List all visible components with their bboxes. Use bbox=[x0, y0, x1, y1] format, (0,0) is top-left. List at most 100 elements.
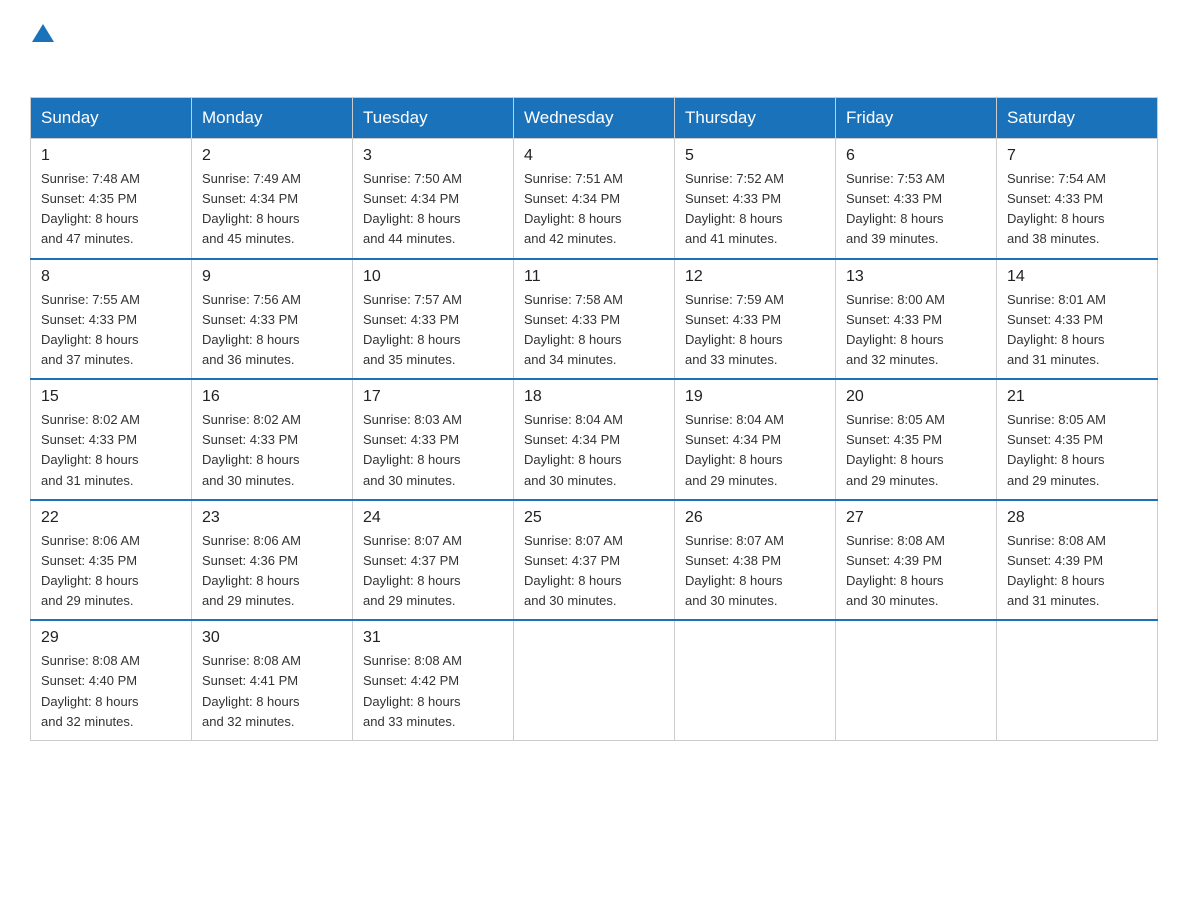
day-info: Sunrise: 7:50 AMSunset: 4:34 PMDaylight:… bbox=[363, 169, 503, 250]
day-number: 11 bbox=[524, 268, 664, 286]
day-info: Sunrise: 8:02 AMSunset: 4:33 PMDaylight:… bbox=[41, 410, 181, 491]
day-number: 3 bbox=[363, 147, 503, 165]
weekday-header-saturday: Saturday bbox=[997, 98, 1158, 139]
day-info: Sunrise: 7:54 AMSunset: 4:33 PMDaylight:… bbox=[1007, 169, 1147, 250]
day-number: 12 bbox=[685, 268, 825, 286]
day-info: Sunrise: 8:06 AMSunset: 4:35 PMDaylight:… bbox=[41, 531, 181, 612]
day-number: 26 bbox=[685, 509, 825, 527]
day-cell: 13 Sunrise: 8:00 AMSunset: 4:33 PMDayligh… bbox=[836, 259, 997, 380]
day-info: Sunrise: 8:08 AMSunset: 4:42 PMDaylight:… bbox=[363, 651, 503, 732]
day-cell: 11 Sunrise: 7:58 AMSunset: 4:33 PMDayligh… bbox=[514, 259, 675, 380]
day-cell: 30Sunrise: 8:08 AMSunset: 4:41 PMDayligh… bbox=[192, 620, 353, 740]
day-cell: 28 Sunrise: 8:08 AMSunset: 4:39 PMDayligh… bbox=[997, 500, 1158, 621]
day-cell: 29Sunrise: 8:08 AMSunset: 4:40 PMDayligh… bbox=[31, 620, 192, 740]
day-info: Sunrise: 8:02 AMSunset: 4:33 PMDaylight:… bbox=[202, 410, 342, 491]
day-number: 21 bbox=[1007, 388, 1147, 406]
day-info: Sunrise: 7:59 AMSunset: 4:33 PMDaylight:… bbox=[685, 290, 825, 371]
week-row-4: 22 Sunrise: 8:06 AMSunset: 4:35 PMDayligh… bbox=[31, 500, 1158, 621]
day-cell: 9 Sunrise: 7:56 AMSunset: 4:33 PMDaylight… bbox=[192, 259, 353, 380]
day-number: 18 bbox=[524, 388, 664, 406]
day-cell: 27 Sunrise: 8:08 AMSunset: 4:39 PMDayligh… bbox=[836, 500, 997, 621]
day-number: 31 bbox=[363, 629, 503, 647]
day-cell: 20 Sunrise: 8:05 AMSunset: 4:35 PMDayligh… bbox=[836, 379, 997, 500]
day-cell: 8Sunrise: 7:55 AMSunset: 4:33 PMDaylight… bbox=[31, 259, 192, 380]
day-cell: 4 Sunrise: 7:51 AMSunset: 4:34 PMDaylight… bbox=[514, 139, 675, 259]
day-cell: 14Sunrise: 8:01 AMSunset: 4:33 PMDayligh… bbox=[997, 259, 1158, 380]
day-info: Sunrise: 8:03 AMSunset: 4:33 PMDaylight:… bbox=[363, 410, 503, 491]
day-cell bbox=[997, 620, 1158, 740]
day-info: Sunrise: 8:06 AMSunset: 4:36 PMDaylight:… bbox=[202, 531, 342, 612]
day-number: 5 bbox=[685, 147, 825, 165]
day-number: 23 bbox=[202, 509, 342, 527]
day-info: Sunrise: 7:53 AMSunset: 4:33 PMDaylight:… bbox=[846, 169, 986, 250]
day-cell: 16 Sunrise: 8:02 AMSunset: 4:33 PMDayligh… bbox=[192, 379, 353, 500]
day-info: Sunrise: 7:56 AMSunset: 4:33 PMDaylight:… bbox=[202, 290, 342, 371]
day-cell: 18Sunrise: 8:04 AMSunset: 4:34 PMDayligh… bbox=[514, 379, 675, 500]
logo bbox=[30, 20, 54, 79]
day-info: Sunrise: 8:07 AMSunset: 4:37 PMDaylight:… bbox=[363, 531, 503, 612]
weekday-header-thursday: Thursday bbox=[675, 98, 836, 139]
day-cell: 26Sunrise: 8:07 AMSunset: 4:38 PMDayligh… bbox=[675, 500, 836, 621]
day-info: Sunrise: 8:01 AMSunset: 4:33 PMDaylight:… bbox=[1007, 290, 1147, 371]
day-cell: 10 Sunrise: 7:57 AMSunset: 4:33 PMDayligh… bbox=[353, 259, 514, 380]
day-number: 10 bbox=[363, 268, 503, 286]
day-info: Sunrise: 7:52 AMSunset: 4:33 PMDaylight:… bbox=[685, 169, 825, 250]
week-row-3: 15 Sunrise: 8:02 AMSunset: 4:33 PMDayligh… bbox=[31, 379, 1158, 500]
day-info: Sunrise: 8:08 AMSunset: 4:39 PMDaylight:… bbox=[846, 531, 986, 612]
day-info: Sunrise: 8:07 AMSunset: 4:37 PMDaylight:… bbox=[524, 531, 664, 612]
week-row-1: 1 Sunrise: 7:48 AMSunset: 4:35 PMDaylight… bbox=[31, 139, 1158, 259]
calendar-table: SundayMondayTuesdayWednesdayThursdayFrid… bbox=[30, 97, 1158, 741]
day-info: Sunrise: 7:49 AMSunset: 4:34 PMDaylight:… bbox=[202, 169, 342, 250]
week-row-5: 29Sunrise: 8:08 AMSunset: 4:40 PMDayligh… bbox=[31, 620, 1158, 740]
day-info: Sunrise: 8:05 AMSunset: 4:35 PMDaylight:… bbox=[846, 410, 986, 491]
day-cell: 2 Sunrise: 7:49 AMSunset: 4:34 PMDaylight… bbox=[192, 139, 353, 259]
day-cell: 1 Sunrise: 7:48 AMSunset: 4:35 PMDaylight… bbox=[31, 139, 192, 259]
day-info: Sunrise: 8:08 AMSunset: 4:39 PMDaylight:… bbox=[1007, 531, 1147, 612]
day-number: 16 bbox=[202, 388, 342, 406]
day-cell: 15 Sunrise: 8:02 AMSunset: 4:33 PMDayligh… bbox=[31, 379, 192, 500]
day-info: Sunrise: 8:00 AMSunset: 4:33 PMDaylight:… bbox=[846, 290, 986, 371]
day-number: 30 bbox=[202, 629, 342, 647]
day-number: 8 bbox=[41, 268, 181, 286]
day-number: 28 bbox=[1007, 509, 1147, 527]
weekday-header-wednesday: Wednesday bbox=[514, 98, 675, 139]
day-info: Sunrise: 8:08 AMSunset: 4:40 PMDaylight:… bbox=[41, 651, 181, 732]
day-number: 20 bbox=[846, 388, 986, 406]
day-number: 1 bbox=[41, 147, 181, 165]
day-cell: 12 Sunrise: 7:59 AMSunset: 4:33 PMDayligh… bbox=[675, 259, 836, 380]
day-cell bbox=[514, 620, 675, 740]
day-cell: 6 Sunrise: 7:53 AMSunset: 4:33 PMDaylight… bbox=[836, 139, 997, 259]
day-info: Sunrise: 7:51 AMSunset: 4:34 PMDaylight:… bbox=[524, 169, 664, 250]
weekday-header-sunday: Sunday bbox=[31, 98, 192, 139]
day-number: 22 bbox=[41, 509, 181, 527]
day-number: 4 bbox=[524, 147, 664, 165]
logo-triangle-icon bbox=[32, 22, 54, 44]
day-number: 2 bbox=[202, 147, 342, 165]
day-number: 13 bbox=[846, 268, 986, 286]
weekday-header-monday: Monday bbox=[192, 98, 353, 139]
day-info: Sunrise: 7:58 AMSunset: 4:33 PMDaylight:… bbox=[524, 290, 664, 371]
day-number: 15 bbox=[41, 388, 181, 406]
weekday-header-tuesday: Tuesday bbox=[353, 98, 514, 139]
day-cell: 31 Sunrise: 8:08 AMSunset: 4:42 PMDayligh… bbox=[353, 620, 514, 740]
day-number: 19 bbox=[685, 388, 825, 406]
day-number: 27 bbox=[846, 509, 986, 527]
day-cell: 23 Sunrise: 8:06 AMSunset: 4:36 PMDayligh… bbox=[192, 500, 353, 621]
day-info: Sunrise: 7:57 AMSunset: 4:33 PMDaylight:… bbox=[363, 290, 503, 371]
weekday-header-row: SundayMondayTuesdayWednesdayThursdayFrid… bbox=[31, 98, 1158, 139]
day-number: 25 bbox=[524, 509, 664, 527]
day-cell bbox=[675, 620, 836, 740]
day-cell: 19Sunrise: 8:04 AMSunset: 4:34 PMDayligh… bbox=[675, 379, 836, 500]
day-number: 17 bbox=[363, 388, 503, 406]
page-header bbox=[30, 20, 1158, 79]
week-row-2: 8Sunrise: 7:55 AMSunset: 4:33 PMDaylight… bbox=[31, 259, 1158, 380]
day-number: 7 bbox=[1007, 147, 1147, 165]
day-info: Sunrise: 7:48 AMSunset: 4:35 PMDaylight:… bbox=[41, 169, 181, 250]
day-number: 9 bbox=[202, 268, 342, 286]
day-cell: 25 Sunrise: 8:07 AMSunset: 4:37 PMDayligh… bbox=[514, 500, 675, 621]
weekday-header-friday: Friday bbox=[836, 98, 997, 139]
day-cell: 5 Sunrise: 7:52 AMSunset: 4:33 PMDaylight… bbox=[675, 139, 836, 259]
day-number: 6 bbox=[846, 147, 986, 165]
day-cell: 17 Sunrise: 8:03 AMSunset: 4:33 PMDayligh… bbox=[353, 379, 514, 500]
day-cell: 24Sunrise: 8:07 AMSunset: 4:37 PMDayligh… bbox=[353, 500, 514, 621]
